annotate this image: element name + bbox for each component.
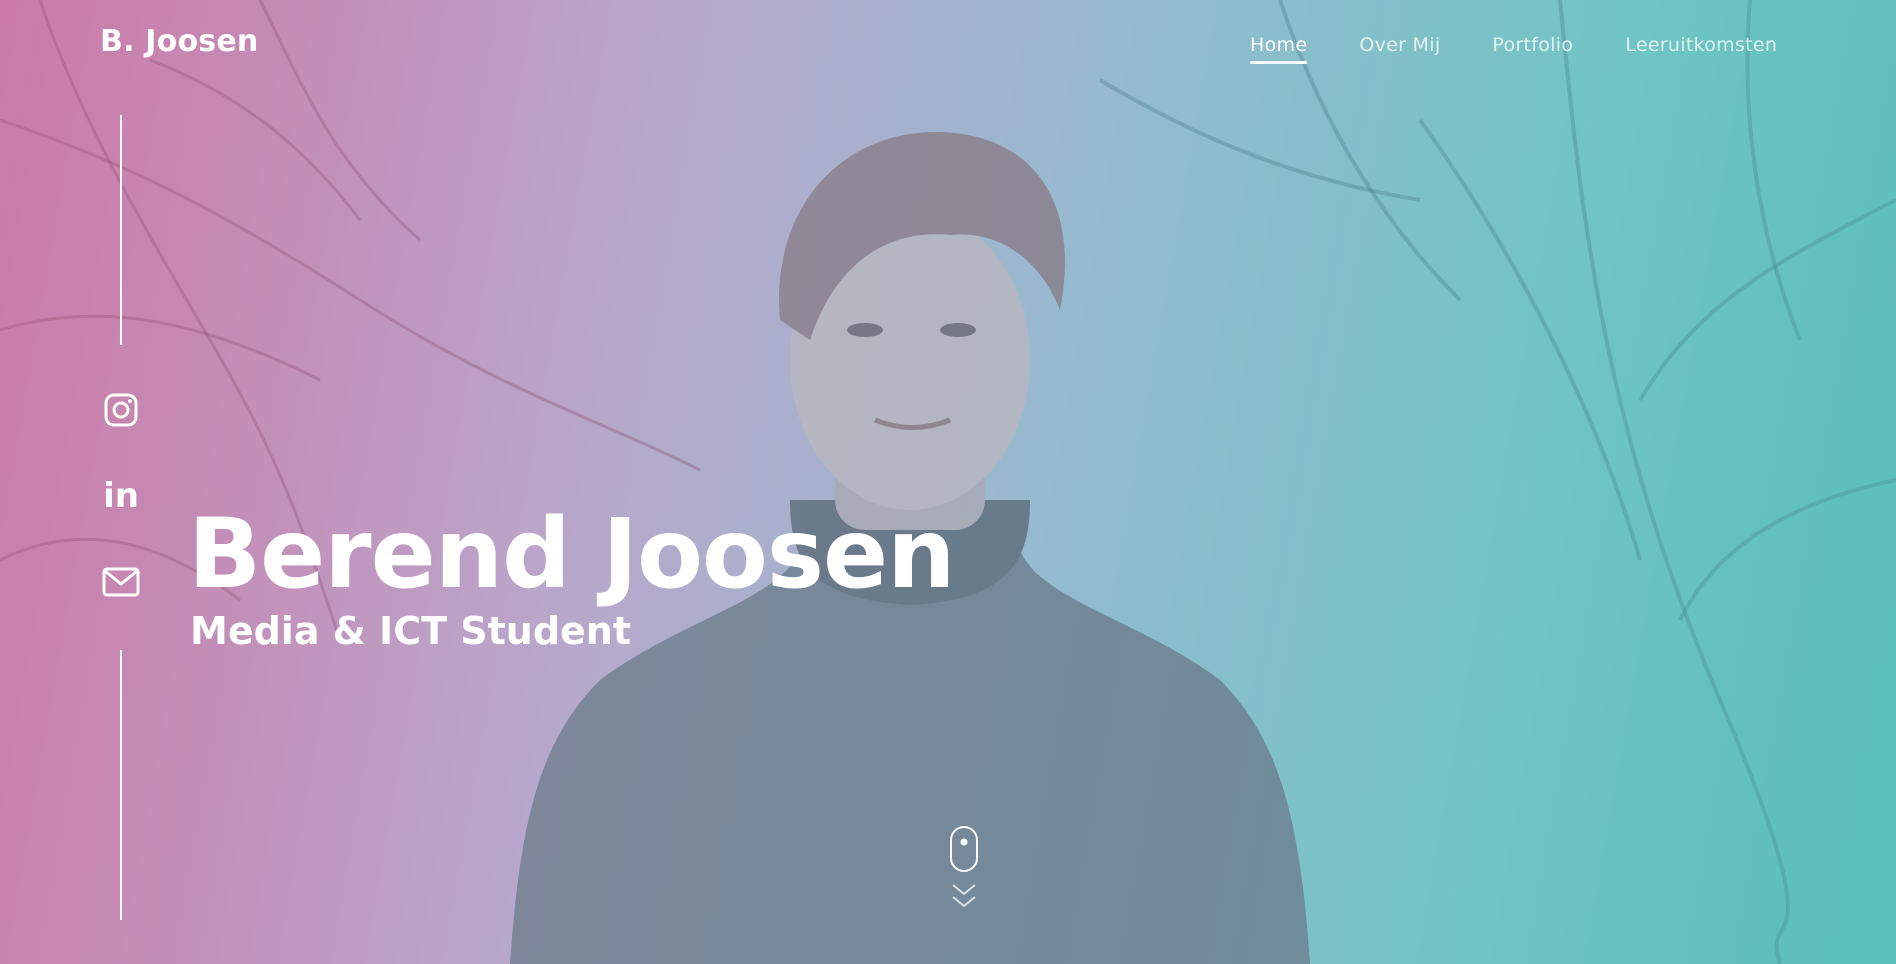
background-photo <box>0 0 1896 964</box>
divider-line-bottom <box>120 650 122 920</box>
instagram-icon[interactable] <box>101 390 141 430</box>
divider-line-top <box>120 115 122 345</box>
scroll-down-indicator[interactable] <box>950 826 980 916</box>
chevron-down-icon <box>952 884 976 908</box>
nav-leeruitkomsten[interactable]: Leeruitkomsten <box>1625 34 1777 64</box>
nav-over-mij[interactable]: Over Mij <box>1359 34 1440 64</box>
nav-portfolio[interactable]: Portfolio <box>1492 34 1573 64</box>
hero-title: Berend Joosen <box>188 498 955 610</box>
site-logo[interactable]: B. Joosen <box>100 24 258 59</box>
gradient-overlay <box>0 0 1896 964</box>
mouse-icon <box>950 826 978 872</box>
hero-section: B. Joosen Home Over Mij Portfolio Leerui… <box>0 0 1896 964</box>
nav-home[interactable]: Home <box>1250 34 1308 64</box>
main-navigation: Home Over Mij Portfolio Leeruitkomsten <box>1250 34 1777 64</box>
linkedin-icon[interactable]: in <box>101 476 141 516</box>
mail-icon[interactable] <box>101 562 141 602</box>
hero-subtitle: Media & ICT Student <box>190 609 632 653</box>
